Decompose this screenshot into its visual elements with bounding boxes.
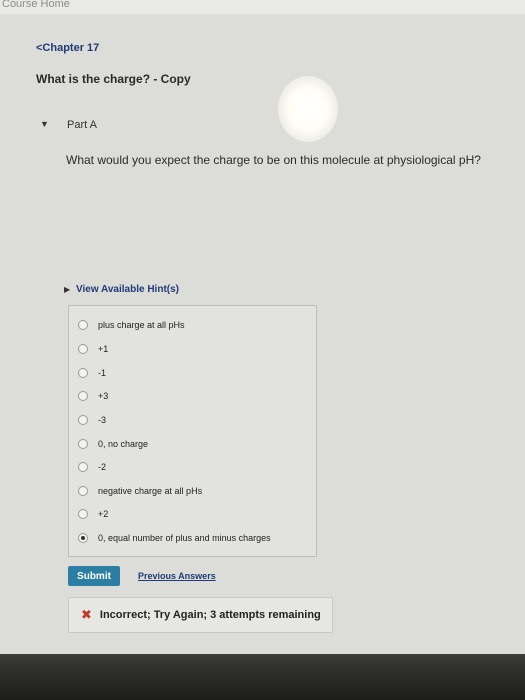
- feedback-box: ✖ Incorrect; Try Again; 3 attempts remai…: [68, 597, 333, 633]
- answer-option[interactable]: -3: [78, 412, 106, 428]
- answer-option[interactable]: plus charge at all pHs: [78, 317, 185, 333]
- radio-button[interactable]: [78, 368, 88, 378]
- radio-button[interactable]: [78, 439, 88, 449]
- question-text: What would you expect the charge to be o…: [66, 153, 481, 167]
- top-bar: [0, 0, 525, 14]
- answer-option-label: +1: [98, 344, 109, 354]
- radio-button[interactable]: [78, 415, 88, 425]
- answer-option[interactable]: -1: [78, 365, 106, 381]
- radio-button[interactable]: [78, 486, 88, 496]
- course-home-link[interactable]: Course Home: [2, 0, 70, 10]
- answer-option[interactable]: +3: [78, 388, 108, 404]
- previous-answers-link[interactable]: Previous Answers: [138, 571, 216, 581]
- collapse-triangle-icon[interactable]: ▼: [40, 119, 49, 129]
- answer-option-label: +2: [98, 509, 109, 519]
- radio-button[interactable]: [78, 391, 88, 401]
- answer-option[interactable]: +2: [78, 506, 108, 522]
- submit-button[interactable]: Submit: [68, 566, 120, 586]
- answer-option[interactable]: 0, no charge: [78, 436, 148, 452]
- answer-option-label: plus charge at all pHs: [98, 320, 185, 330]
- radio-button[interactable]: [78, 320, 88, 330]
- answer-option-selected[interactable]: 0, equal number of plus and minus charge…: [78, 530, 271, 546]
- monitor-bezel: [0, 654, 525, 700]
- chapter-back-link[interactable]: <Chapter 17: [36, 42, 99, 54]
- answer-option[interactable]: -2: [78, 459, 106, 475]
- radio-button[interactable]: [78, 462, 88, 472]
- answer-option-label: negative charge at all pHs: [98, 486, 203, 496]
- feedback-text: Incorrect; Try Again; 3 attempts remaini…: [99, 609, 321, 621]
- radio-button[interactable]: [78, 509, 88, 519]
- part-a-label[interactable]: Part A: [67, 119, 97, 131]
- answer-option-label: 0, no charge: [98, 439, 149, 449]
- answer-option-label: 0, equal number of plus and minus charge…: [98, 533, 271, 543]
- answer-option-label: +3: [98, 391, 109, 401]
- incorrect-x-icon: ✖: [81, 607, 92, 622]
- answer-option-label: -3: [98, 415, 107, 425]
- answer-option-label: -1: [98, 368, 107, 378]
- view-hints-link[interactable]: View Available Hint(s): [76, 284, 179, 295]
- radio-button[interactable]: [78, 344, 88, 354]
- screen-glare: [278, 76, 338, 142]
- answer-option[interactable]: +1: [78, 341, 108, 357]
- answer-option[interactable]: negative charge at all pHs: [78, 483, 202, 499]
- radio-button-selected[interactable]: [78, 533, 88, 543]
- expand-arrow-icon[interactable]: ▶: [64, 285, 70, 294]
- answer-option-label: -2: [98, 462, 107, 472]
- page-title: What is the charge? - Copy: [36, 72, 191, 86]
